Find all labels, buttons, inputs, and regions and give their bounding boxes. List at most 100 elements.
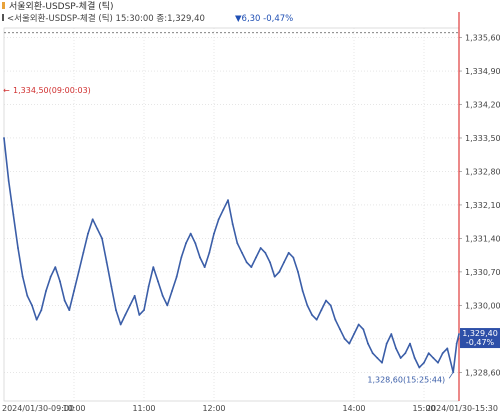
- data-point: [68, 309, 71, 312]
- data-point: [161, 294, 164, 297]
- data-point: [143, 309, 145, 312]
- data-point: [385, 342, 388, 345]
- data-point: [35, 318, 38, 321]
- y-tick-label: 1,332,10: [465, 201, 500, 210]
- high-annotation: 1,334,50(09:00:03): [13, 86, 91, 95]
- data-point: [77, 270, 80, 273]
- data-point: [315, 318, 318, 321]
- data-point: [175, 275, 178, 278]
- data-point: [334, 318, 337, 321]
- x-tick-label: 2024/01/30-15:30: [426, 404, 498, 413]
- data-point: [166, 304, 169, 307]
- data-point: [287, 251, 290, 254]
- last-change-label: -0,47%: [466, 338, 495, 347]
- data-point: [367, 342, 369, 345]
- data-point: [423, 361, 425, 364]
- data-point: [105, 261, 108, 264]
- data-point: [446, 347, 449, 350]
- data-point: [185, 242, 187, 245]
- data-point: [208, 251, 211, 254]
- data-point: [199, 256, 201, 259]
- data-point: [348, 342, 351, 345]
- data-point: [455, 342, 458, 345]
- data-point: [413, 357, 416, 359]
- data-point: [362, 328, 365, 331]
- y-tick-label: 1,331,40: [465, 234, 500, 243]
- y-tick-label: 1,333,50: [465, 134, 500, 143]
- data-point: [222, 208, 225, 211]
- data-point: [12, 213, 15, 216]
- y-tick-label: 1,332,80: [465, 167, 500, 176]
- data-point: [250, 266, 253, 269]
- data-point: [399, 357, 402, 359]
- data-point: [329, 304, 332, 307]
- data-point: [437, 361, 439, 364]
- low-annotation: 1,328,60(15:25:44): [367, 375, 445, 384]
- line-chart[interactable]: 서울외환-USDSP-체결 (틱)<서울외환-USDSP-체결 (틱) 15:3…: [0, 0, 500, 415]
- data-point: [152, 266, 155, 269]
- data-point: [129, 304, 131, 307]
- y-tick-label: 1,330,00: [465, 301, 500, 310]
- data-point: [231, 223, 234, 225]
- data-point: [306, 304, 309, 307]
- data-point: [236, 242, 239, 245]
- last-price-label: 1,329,40: [462, 329, 498, 338]
- high-marker-arrow: ←: [3, 86, 10, 95]
- y-tick-label: 1,328,60: [465, 368, 500, 377]
- data-point: [390, 333, 393, 335]
- data-point: [376, 357, 379, 359]
- data-point: [45, 290, 47, 292]
- data-point: [311, 314, 313, 316]
- data-point: [213, 232, 215, 235]
- data-point: [194, 242, 197, 245]
- data-point: [297, 270, 299, 273]
- y-tick-label: 1,334,90: [465, 67, 500, 76]
- data-point: [91, 218, 94, 221]
- data-point: [189, 232, 192, 235]
- data-point: [269, 261, 271, 264]
- y-tick-label: 1,330,70: [465, 268, 500, 277]
- x-tick-label: 10:00: [62, 404, 85, 413]
- x-tick-label: 12:00: [202, 404, 225, 413]
- data-point: [325, 299, 327, 302]
- data-point: [49, 275, 52, 278]
- info-prefix: <서울외환-USDSP-체결 (틱) 15:30:00 종:1,329,40: [7, 13, 205, 24]
- title-icon: [2, 2, 5, 9]
- data-point: [409, 342, 411, 345]
- data-point: [31, 304, 33, 307]
- data-point: [217, 218, 220, 221]
- info-change: ▼6,30 -0,47%: [235, 14, 293, 24]
- chart-root: 서울외환-USDSP-체결 (틱) <서울외환-USDSP-체결 (틱) 15:3…: [0, 0, 500, 415]
- data-point: [59, 280, 61, 283]
- data-point: [21, 275, 24, 278]
- data-point: [255, 256, 257, 259]
- data-point: [427, 352, 430, 355]
- data-point: [283, 261, 285, 264]
- data-point: [404, 352, 407, 355]
- data-point: [17, 247, 19, 249]
- data-point: [278, 270, 281, 273]
- data-point: [458, 333, 460, 335]
- data-point: [273, 275, 276, 278]
- data-point: [395, 347, 397, 350]
- chart-title: 서울외환-USDSP-체결 (틱): [9, 0, 114, 12]
- data-point: [7, 180, 10, 182]
- data-point: [138, 314, 141, 316]
- data-point: [119, 323, 122, 326]
- data-point: [110, 285, 113, 288]
- data-point: [157, 280, 159, 283]
- data-point: [96, 227, 99, 230]
- data-point: [124, 314, 127, 316]
- data-point: [357, 323, 360, 326]
- data-point: [241, 251, 243, 254]
- data-point: [381, 361, 383, 364]
- data-point: [133, 294, 136, 297]
- data-point: [245, 261, 248, 264]
- data-point: [26, 294, 29, 297]
- data-point: [54, 266, 57, 269]
- data-point: [203, 266, 206, 269]
- y-tick-label: 1,335,60: [465, 34, 500, 43]
- data-point: [227, 199, 229, 202]
- x-tick-label: 14:00: [342, 404, 365, 413]
- data-point: [63, 299, 66, 302]
